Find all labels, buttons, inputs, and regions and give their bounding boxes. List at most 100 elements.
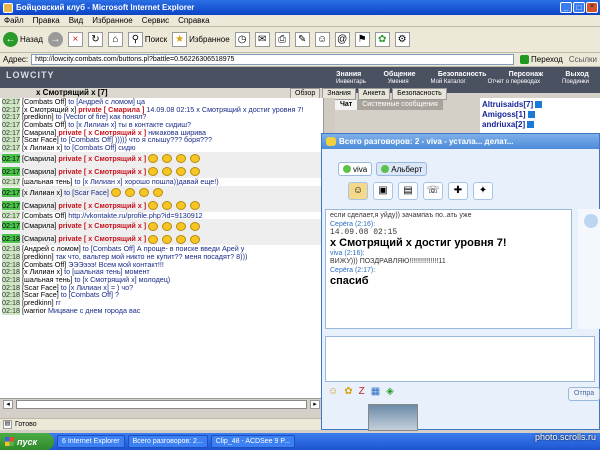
nav-transfers[interactable]: Отчет о переводах — [488, 79, 541, 85]
refresh-icon[interactable]: ↻ — [87, 32, 103, 47]
emoticon-icon[interactable]: ☺ — [328, 386, 338, 397]
home-icon[interactable]: ⌂ — [107, 32, 123, 47]
start-button[interactable]: пуск — [0, 433, 54, 450]
smiley-icon — [162, 234, 173, 244]
links-label[interactable]: Ссылки — [569, 55, 600, 64]
chat-line: 02:17 [Смарила] private [ х Смотрящий х … — [0, 219, 323, 233]
bookmark-icon[interactable]: ⚑ — [354, 32, 370, 47]
messenger-toolbar: ☺ ▣ ▤ ☏ ✚ ✦ — [322, 179, 599, 203]
chat-private-target[interactable]: private [ х Смотрящий х ] — [58, 167, 146, 176]
call-icon[interactable]: ☏ — [423, 182, 443, 200]
contact-tab-albert[interactable]: Альберт — [376, 162, 428, 176]
menu-file[interactable]: Файл — [4, 16, 24, 25]
address-input[interactable]: http://lowcity.combats.com/buttons.pl?ba… — [31, 54, 515, 65]
chat-to-target[interactable]: to [Combats Off] — [61, 290, 113, 299]
stop-icon[interactable]: × — [67, 32, 83, 47]
info-icon[interactable] — [527, 111, 535, 119]
chat-input[interactable] — [16, 400, 307, 409]
maximize-icon[interactable]: □ — [573, 2, 585, 13]
chat-nick[interactable]: [Смарила] — [22, 234, 56, 243]
search-button[interactable]: ⚲ Поиск — [127, 32, 167, 47]
avatar — [368, 404, 418, 431]
nav-catalog[interactable]: Мой Каталог — [431, 79, 466, 85]
activities-icon[interactable]: ✦ — [473, 182, 493, 200]
chat-private-target[interactable]: private [ х Смотрящий х ] — [58, 154, 146, 163]
scroll-right-icon[interactable]: ▸ — [310, 400, 320, 409]
smiley-icon — [148, 221, 159, 231]
chat-nick[interactable]: [Смарила] — [22, 221, 56, 230]
taskbar-item-acdsee[interactable]: Clip_48 - ACDSee 9 P... — [210, 435, 295, 448]
tab-chat[interactable]: Чат — [335, 100, 358, 110]
forward-button[interactable]: → — [47, 32, 63, 47]
menu-view[interactable]: Вид — [69, 16, 83, 25]
send-button[interactable]: Отпра — [568, 387, 600, 401]
contacts-icon[interactable]: ☺ — [348, 182, 368, 200]
icq-icon[interactable]: ✿ — [374, 32, 390, 47]
info-icon[interactable] — [527, 121, 535, 129]
history-icon[interactable]: ◷ — [234, 32, 250, 47]
games-icon[interactable]: ◈ — [386, 386, 394, 397]
chat-message: Мицване с днем города вас — [47, 305, 141, 315]
background-icon[interactable]: ▦ — [371, 386, 380, 397]
mail-icon[interactable]: ✉ — [254, 32, 270, 47]
menu-help[interactable]: Справка — [178, 16, 209, 25]
user-item[interactable]: andriuxa[2] — [482, 120, 598, 130]
favorites-button[interactable]: ★ Избранное — [172, 32, 230, 47]
chat-to-target[interactable]: to [Scar Face] — [64, 188, 109, 197]
user-item[interactable]: Amigoss[1] — [482, 110, 598, 120]
chat-input-bar: ◂ ▸ — [0, 398, 323, 410]
messenger-title: Всего разговоров: 2 - viva - устала... д… — [339, 137, 514, 146]
print-icon[interactable]: ⎙ — [274, 32, 290, 47]
chat-private-target[interactable]: private [ х Смотрящий х ] — [58, 201, 146, 210]
chat-nick[interactable]: [Смарила] — [22, 154, 56, 163]
smiley-icon — [162, 221, 173, 231]
go-button[interactable]: Переход — [517, 55, 566, 64]
nav-skills[interactable]: Умения — [388, 79, 409, 85]
at-icon[interactable]: @ — [334, 32, 350, 47]
messenger-title-bar[interactable]: Всего разговоров: 2 - viva - устала... д… — [322, 134, 599, 149]
chat-nick[interactable]: [Смарила] — [22, 167, 56, 176]
info-icon[interactable] — [535, 101, 543, 109]
nav-fights[interactable]: Поединки — [562, 79, 589, 85]
chat-message: ? — [114, 290, 119, 300]
tab-profile[interactable]: Анкета — [357, 88, 391, 100]
menu-tools[interactable]: Сервис — [142, 16, 169, 25]
chat-private-target[interactable]: private [ х Смотрящий х ] — [58, 234, 146, 243]
conversation-history: если сделает,я уйду)) зачампаъ по..ать у… — [325, 209, 572, 329]
scroll-left-icon[interactable]: ◂ — [3, 400, 13, 409]
messenger-icon[interactable]: ☺ — [314, 32, 330, 47]
chat-to-target[interactable]: to [х Лилиан х] — [74, 177, 122, 186]
contact-tab-viva[interactable]: viva — [338, 162, 373, 176]
video-icon[interactable]: ▣ — [373, 182, 393, 200]
compose-box[interactable] — [325, 336, 595, 382]
menu-favorites[interactable]: Избранное — [92, 16, 133, 25]
chat-time: 02:17 — [2, 210, 20, 220]
nudge-icon[interactable]: Z — [359, 386, 365, 397]
back-button[interactable]: ← Назад — [3, 32, 43, 47]
chat-nick[interactable]: [warrior — [22, 306, 46, 315]
tab-system-messages[interactable]: Системные сообщения — [357, 100, 443, 110]
chat-private-target[interactable]: private [ х Смотрящий х ] — [58, 221, 146, 230]
messenger-window: Всего разговоров: 2 - viva - устала... д… — [321, 133, 600, 431]
minimize-icon[interactable]: _ — [560, 2, 572, 13]
tool-icon[interactable]: ⚙ — [394, 32, 410, 47]
ie-title-bar: Бойцовский клуб - Microsoft Internet Exp… — [0, 0, 600, 15]
tab-security[interactable]: Безопасность — [392, 88, 447, 100]
user-item[interactable]: Altruisaids[7] — [482, 100, 598, 110]
chat-nick[interactable]: [Combats Off] — [22, 211, 66, 220]
file-icon[interactable]: ▤ — [398, 182, 418, 200]
wink-icon[interactable]: ✿ — [344, 386, 352, 397]
chat-nick[interactable]: [х Лилиан х] — [22, 188, 62, 197]
chat-nick[interactable]: [х Лилиан х] — [22, 143, 62, 152]
chat-nick[interactable]: [Смарила] — [22, 201, 56, 210]
menu-edit[interactable]: Правка — [33, 16, 60, 25]
invite-icon[interactable]: ✚ — [448, 182, 468, 200]
taskbar-item-messenger[interactable]: Всего разговоров: 2... — [127, 435, 208, 448]
search-icon: ⚲ — [127, 32, 143, 47]
close-icon[interactable]: × — [586, 2, 598, 13]
chat-nick[interactable]: [шальная тень] — [22, 177, 72, 186]
chat-to-target[interactable]: to [Combats Off] — [64, 143, 116, 152]
taskbar-item-ie[interactable]: 6 Internet Explorer — [57, 435, 125, 448]
nav-inventory[interactable]: Инвентарь — [336, 79, 366, 85]
edit-icon[interactable]: ✎ — [294, 32, 310, 47]
